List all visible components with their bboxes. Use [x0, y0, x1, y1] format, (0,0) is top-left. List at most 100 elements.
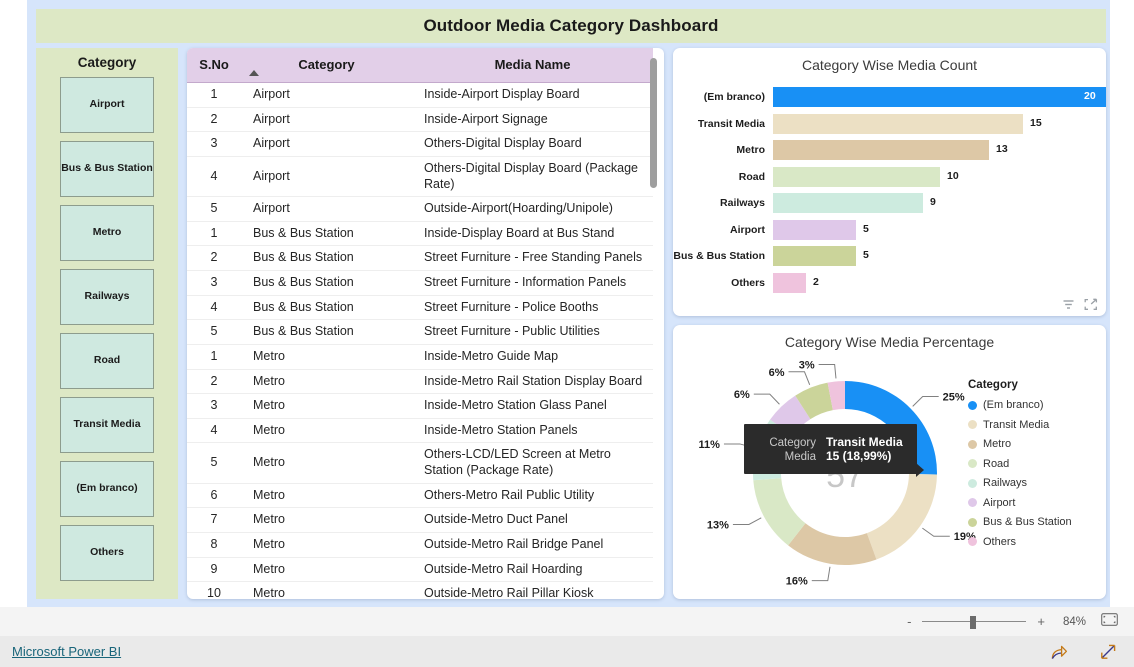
table-row[interactable]: 4 Bus & Bus Station Street Furniture - Pol… [187, 295, 653, 321]
table-row[interactable]: 5 Airport Outside-Airport(Hoarding/Unipole… [187, 196, 653, 222]
donut-leader-line [732, 517, 762, 525]
table-row[interactable]: 3 Bus & Bus Station Street Furniture - Inf… [187, 270, 653, 296]
bar-value-label: 9 [930, 196, 936, 209]
donut-percent-label: 16% [786, 576, 808, 588]
table-row[interactable]: 4 Metro Inside-Metro Station Panels [187, 418, 653, 444]
cell-category: Metro [241, 344, 412, 370]
slicer-item-em-branco[interactable]: (Em branco) [60, 461, 154, 517]
bar-chart-row[interactable]: Transit Media 15 [673, 111, 1106, 138]
slicer-item-bus-and-bus-station[interactable]: Bus & Bus Station [60, 141, 154, 197]
slicer-item-railways[interactable]: Railways [60, 269, 154, 325]
bar-fill[interactable] [773, 113, 1023, 134]
bar-chart-row[interactable]: Airport 5 [673, 217, 1106, 244]
focus-mode-icon[interactable] [1084, 298, 1098, 311]
table-row[interactable]: 1 Metro Inside-Metro Guide Map [187, 344, 653, 370]
cell-category: Bus & Bus Station [241, 221, 412, 247]
legend-item[interactable]: Airport [968, 497, 1096, 509]
legend-color-swatch [968, 498, 977, 507]
bar-value-label: 20 [1084, 90, 1096, 103]
table-row[interactable]: 5 Bus & Bus Station Street Furniture - Pub… [187, 319, 653, 345]
bar-fill[interactable] [773, 87, 1106, 108]
table-row[interactable]: 3 Airport Others-Digital Display Board [187, 131, 653, 157]
table-scrollbar-thumb[interactable] [650, 58, 657, 188]
legend-item[interactable]: Metro [968, 438, 1096, 450]
bar-chart-row[interactable]: Road 10 [673, 164, 1106, 191]
cell-category: Bus & Bus Station [241, 270, 412, 296]
table-row[interactable]: 1 Airport Inside-Airport Display Board [187, 82, 653, 108]
cell-sno: 10 [187, 581, 241, 599]
slicer-item-list: Airport Bus & Bus Station Metro Railways… [36, 77, 178, 581]
slicer-item-others[interactable]: Others [60, 525, 154, 581]
bar-fill[interactable] [773, 219, 856, 240]
donut-leader-line [753, 393, 780, 405]
table-row[interactable]: 6 Metro Others-Metro Rail Public Utility [187, 483, 653, 509]
table-row[interactable]: 10 Metro Outside-Metro Rail Pillar Kiosk [187, 581, 653, 599]
cell-media-name: Others-Metro Rail Public Utility [412, 483, 653, 509]
table-row[interactable]: 1 Bus & Bus Station Inside-Display Board a… [187, 221, 653, 247]
cell-category: Metro [241, 532, 412, 558]
table-header-category[interactable]: Category [241, 48, 412, 83]
tooltip-key-category: Category [769, 437, 816, 449]
table-row[interactable]: 2 Airport Inside-Airport Signage [187, 107, 653, 133]
table-row[interactable]: 7 Metro Outside-Metro Duct Panel [187, 507, 653, 533]
cell-category: Metro [241, 393, 412, 419]
fullscreen-icon[interactable] [1099, 643, 1118, 661]
legend-label: Transit Media [983, 418, 1050, 431]
cell-category: Bus & Bus Station [241, 319, 412, 345]
zoom-out-button[interactable]: - [907, 614, 911, 629]
bar-chart-row[interactable]: (Em branco) 20 [673, 84, 1106, 111]
bar-fill[interactable] [773, 140, 989, 161]
share-icon[interactable] [1050, 643, 1069, 661]
legend-item[interactable]: Railways [968, 477, 1096, 489]
zoom-slider-handle[interactable] [970, 615, 977, 629]
table-row[interactable]: 3 Metro Inside-Metro Station Glass Panel [187, 393, 653, 419]
legend-item[interactable]: Transit Media [968, 419, 1096, 431]
legend-item[interactable]: Others [968, 536, 1096, 548]
bar-fill[interactable] [773, 246, 856, 267]
table-row[interactable]: 8 Metro Outside-Metro Rail Bridge Panel [187, 532, 653, 558]
zoom-in-button[interactable]: + [1037, 614, 1045, 629]
filter-icon[interactable] [1062, 298, 1075, 311]
legend-item[interactable]: (Em branco) [968, 399, 1096, 411]
tooltip-value-media: 15 (18,99%) [826, 449, 892, 463]
cell-category: Airport [241, 107, 412, 133]
table-row[interactable]: 2 Bus & Bus Station Street Furniture - Fre… [187, 245, 653, 271]
table-header-sno[interactable]: S.No [187, 48, 241, 83]
bar-fill[interactable] [773, 272, 806, 293]
footer-icons [1050, 643, 1118, 661]
cell-category: Metro [241, 369, 412, 395]
bar-chart-row[interactable]: Railways 9 [673, 190, 1106, 217]
table-row[interactable]: 5 Metro Others-LCD/LED Screen at Metro Sta… [187, 442, 653, 484]
cell-media-name: Others-LCD/LED Screen at Metro Station (… [412, 442, 653, 484]
legend-item[interactable]: Bus & Bus Station [968, 516, 1096, 528]
bar-chart-row[interactable]: Others 2 [673, 270, 1106, 297]
bar-fill[interactable] [773, 166, 940, 187]
cell-sno: 5 [187, 196, 241, 222]
slicer-item-metro[interactable]: Metro [60, 205, 154, 261]
microsoft-power-bi-link[interactable]: Microsoft Power BI [12, 644, 121, 659]
fit-to-page-icon[interactable] [1101, 612, 1118, 631]
slicer-item-transit-media[interactable]: Transit Media [60, 397, 154, 453]
cell-media-name: Outside-Airport(Hoarding/Unipole) [412, 196, 653, 222]
cell-media-name: Inside-Airport Signage [412, 107, 653, 133]
table-row[interactable]: 9 Metro Outside-Metro Rail Hoarding [187, 557, 653, 583]
legend-item[interactable]: Road [968, 458, 1096, 470]
cell-sno: 2 [187, 369, 241, 395]
table-row[interactable]: 4 Airport Others-Digital Display Board (Pa… [187, 156, 653, 198]
cell-sno: 2 [187, 245, 241, 271]
table-header-media-name[interactable]: Media Name [412, 48, 653, 83]
table-row[interactable]: 2 Metro Inside-Metro Rail Station Display … [187, 369, 653, 395]
cell-sno: 5 [187, 319, 241, 345]
table-scrollbar[interactable] [650, 58, 657, 591]
bar-track: 13 [773, 140, 1106, 161]
donut-percent-label: 13% [707, 519, 729, 531]
zoom-slider[interactable] [922, 615, 1027, 629]
bar-chart-row[interactable]: Metro 13 [673, 137, 1106, 164]
bar-category-label: Transit Media [697, 117, 765, 130]
slicer-item-road[interactable]: Road [60, 333, 154, 389]
donut-slice[interactable] [788, 523, 877, 565]
donut-slice[interactable] [866, 474, 937, 560]
bar-fill[interactable] [773, 193, 923, 214]
slicer-item-airport[interactable]: Airport [60, 77, 154, 133]
bar-chart-row[interactable]: Bus & Bus Station 5 [673, 243, 1106, 270]
